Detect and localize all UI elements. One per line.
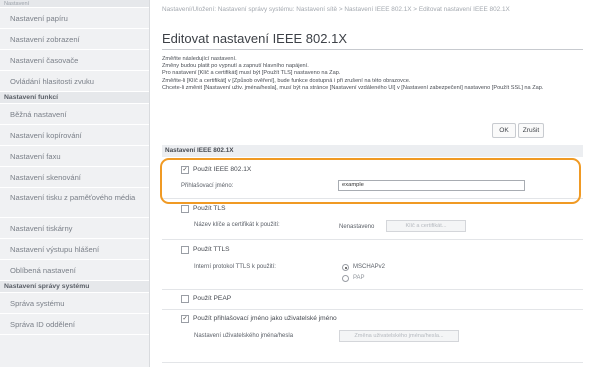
instructions: Změňte následující nastavení. Změny budo… bbox=[162, 56, 574, 92]
sidebar-item-report-output[interactable]: Nastavení výstupu hlášení bbox=[0, 239, 149, 260]
breadcrumb: Nastavení/Uložení: Nastavení správy syst… bbox=[162, 6, 510, 13]
instruction-line: Chcete-li změnit [Nastavení uživ. jména/… bbox=[162, 84, 544, 91]
sidebar-item-paper[interactable]: Nastavení papíru bbox=[0, 8, 149, 29]
sidebar: Nastavení Nastavení papíru Nastavení zob… bbox=[0, 0, 150, 367]
sidebar-item-display[interactable]: Nastavení zobrazení bbox=[0, 29, 149, 50]
use-login-as-user-label: Použít přihlašovací jméno jako uživatels… bbox=[193, 315, 337, 322]
sidebar-item-favorites[interactable]: Oblíbená nastavení bbox=[0, 260, 149, 281]
sidebar-top-label: Nastavení bbox=[0, 0, 149, 8]
highlight-box bbox=[160, 158, 581, 204]
use-tls-label: Použít TLS bbox=[193, 205, 226, 212]
ok-button[interactable]: OK bbox=[492, 123, 516, 138]
radio-pap-label: PAP bbox=[353, 275, 365, 281]
use-tls-checkbox[interactable] bbox=[181, 205, 189, 213]
ttls-protocol-label: Interní protokol TTLS k použití: bbox=[194, 264, 276, 270]
instruction-line: Změňte-li [Klíč a certifikát] v [Způsob … bbox=[162, 77, 411, 84]
sidebar-item-scan[interactable]: Nastavení skenování bbox=[0, 167, 149, 188]
use-peap-label: Použít PEAP bbox=[193, 295, 232, 302]
sidebar-item-volume[interactable]: Ovládání hlasitosti zvuku bbox=[0, 71, 149, 92]
sidebar-item-common[interactable]: Běžná nastavení bbox=[0, 104, 149, 125]
divider bbox=[162, 362, 583, 363]
instruction-line: Změňte následující nastavení. bbox=[162, 56, 237, 62]
instruction-line: Změny budou platit po vypnutí a zapnutí … bbox=[162, 63, 309, 70]
key-cert-status: Nenastaveno bbox=[339, 224, 375, 230]
use-ttls-label: Použít TTLS bbox=[193, 246, 230, 253]
use-ttls-checkbox[interactable] bbox=[181, 246, 189, 254]
divider bbox=[162, 309, 583, 310]
title-divider bbox=[162, 49, 583, 50]
cancel-button[interactable]: Zrušit bbox=[518, 123, 544, 138]
sidebar-item-printer[interactable]: Nastavení tiskárny bbox=[0, 218, 149, 239]
divider bbox=[162, 239, 583, 240]
sidebar-item-timer[interactable]: Nastavení časovače bbox=[0, 50, 149, 71]
instruction-line: Pro nastavení [Klíč a certifikát] musí b… bbox=[162, 70, 341, 77]
sidebar-item-copy[interactable]: Nastavení kopírování bbox=[0, 125, 149, 146]
sidebar-item-memory-print[interactable]: Nastavení tisku z paměťového média bbox=[0, 188, 149, 218]
sidebar-item-department-id[interactable]: Správa ID oddělení bbox=[0, 314, 149, 335]
sidebar-header-system: Nastavení správy systému bbox=[0, 281, 149, 293]
divider bbox=[162, 289, 583, 290]
section-header: Nastavení IEEE 802.1X bbox=[162, 145, 583, 157]
radio-mschapv2-label: MSCHAPv2 bbox=[353, 264, 386, 270]
sidebar-header-functions: Nastavení funkcí bbox=[0, 92, 149, 104]
radio-mschapv2[interactable] bbox=[342, 264, 349, 271]
sidebar-item-fax[interactable]: Nastavení faxu bbox=[0, 146, 149, 167]
key-cert-label: Název klíče a certifikát k použití: bbox=[194, 222, 280, 228]
page-title: Editovat nastavení IEEE 802.1X bbox=[162, 31, 348, 46]
use-login-as-user-checkbox[interactable]: ✓ bbox=[181, 315, 189, 323]
radio-pap[interactable] bbox=[342, 275, 349, 282]
key-cert-button[interactable]: Klíč a certifikát... bbox=[386, 220, 466, 232]
sidebar-item-system-management[interactable]: Správa systému bbox=[0, 293, 149, 314]
user-pass-label: Nastavení uživatelského jména/hesla bbox=[194, 333, 294, 339]
use-peap-checkbox[interactable] bbox=[181, 295, 189, 303]
change-user-pass-button[interactable]: Změna uživatelského jména/hesla... bbox=[339, 330, 459, 342]
